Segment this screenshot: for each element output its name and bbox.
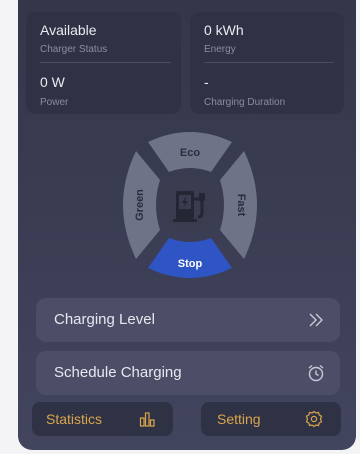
charging-duration-value: - (204, 74, 209, 90)
charging-level-button[interactable]: Charging Level (36, 298, 340, 342)
bar-chart-icon (139, 412, 155, 427)
setting-button[interactable]: Setting (201, 402, 341, 436)
green-mode-label: Green (134, 189, 146, 221)
statistics-button[interactable]: Statistics (32, 402, 173, 436)
double-chevron-right-icon (309, 313, 323, 327)
energy-label: Energy (204, 44, 236, 55)
charging-duration-label: Charging Duration (204, 97, 286, 108)
power-label: Power (40, 97, 69, 108)
charging-mode-dial: Eco Green Fast Stop (123, 132, 257, 278)
stats-card-left: Available Charger Status 0 W Power (26, 12, 181, 114)
stop-button-label: Stop (178, 258, 203, 270)
energy-value: 0 kWh (204, 22, 244, 38)
gear-icon (305, 410, 323, 428)
statistics-label: Statistics (46, 411, 103, 427)
divider (40, 62, 171, 63)
charger-status-label: Charger Status (40, 44, 108, 55)
charger-app-screen: Available Charger Status 0 W Power 0 kWh… (18, 0, 356, 450)
fast-mode-button[interactable]: Fast (220, 151, 257, 259)
eco-mode-button[interactable]: Eco (148, 132, 232, 172)
alarm-clock-icon (308, 364, 324, 382)
charger-status-value: Available (40, 22, 97, 38)
stats-card-right: 0 kWh Energy - Charging Duration (190, 12, 344, 114)
setting-label: Setting (217, 411, 261, 427)
fast-mode-label: Fast (235, 194, 247, 217)
eco-mode-label: Eco (180, 147, 200, 159)
charging-level-label: Charging Level (54, 311, 155, 328)
power-value: 0 W (40, 74, 65, 90)
schedule-charging-button[interactable]: Schedule Charging (36, 351, 340, 395)
green-mode-button[interactable]: Green (123, 151, 160, 259)
divider (204, 62, 334, 63)
stop-button[interactable]: Stop (148, 238, 232, 278)
ev-charger-icon (162, 177, 218, 233)
schedule-charging-label: Schedule Charging (54, 364, 182, 381)
